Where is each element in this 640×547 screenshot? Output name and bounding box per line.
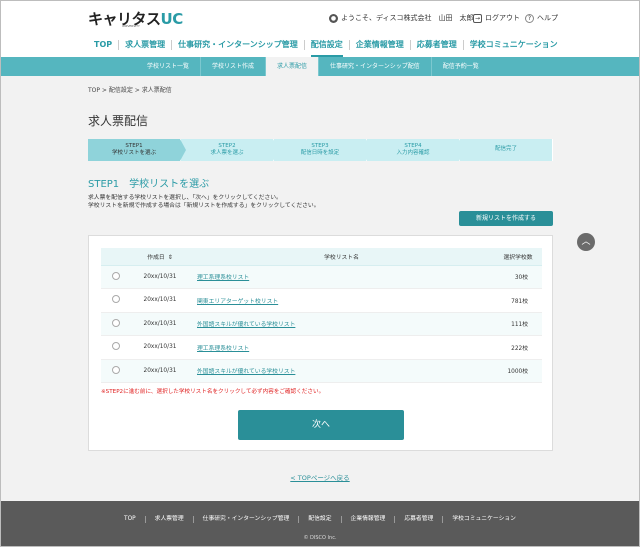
- step-complete: 配信完了: [460, 139, 553, 161]
- greeting-text: ようこそ、ディスコ株式会社 山田 太郎様: [341, 14, 481, 22]
- step-indicator: STEP1 学校リストを選ぶ STEP2 求人票を選ぶ STEP3 配信日時を設定 S…: [88, 139, 553, 161]
- footer-job-posting[interactable]: 求人票管理: [144, 516, 193, 523]
- step-4-sub: 入力内容確認: [396, 150, 430, 156]
- subnav-school-list[interactable]: 学校リスト一覧: [136, 57, 200, 76]
- footer-delivery-settings[interactable]: 配信設定: [298, 516, 340, 523]
- row-date: 20xx/10/31: [131, 312, 189, 336]
- row-list-link[interactable]: 外国語スキルが優れている学校リスト: [197, 369, 295, 375]
- step-4-label: STEP4: [404, 143, 422, 149]
- subnav-internship-delivery[interactable]: 仕事研究・インターンシップ配信: [318, 57, 431, 76]
- gnav-company-info[interactable]: 企業情報管理: [348, 40, 410, 50]
- footer-applicants[interactable]: 応募者管理: [394, 516, 442, 523]
- col-date-label: 作成日: [147, 254, 165, 261]
- table-row: 20xx/10/31 理工系理系校リスト 222校: [101, 335, 542, 360]
- row-list-link[interactable]: 関東エリアターゲット校リスト: [197, 299, 278, 305]
- logo-subtext: UNIVERSITY: [122, 24, 140, 28]
- row-radio[interactable]: [112, 271, 120, 280]
- new-list-button[interactable]: 新規リストを作成する: [459, 211, 553, 226]
- logout-label: ログアウト: [485, 14, 520, 22]
- col-list-name: 学校リスト名: [189, 248, 494, 266]
- step-4: STEP4 入力内容確認: [367, 139, 465, 161]
- row-count: 30校: [494, 265, 542, 289]
- footer-internship[interactable]: 仕事研究・インターンシップ管理: [192, 516, 299, 523]
- description: 求人票を配信する学校リストを選択し、「次へ」をクリックしてください。 学校リスト…: [88, 194, 320, 210]
- step-2-label: STEP2: [218, 143, 236, 149]
- row-list-link[interactable]: 理工系理系校リスト: [197, 275, 249, 281]
- row-date: 20xx/10/31: [131, 359, 189, 383]
- breadcrumb: TOP > 配信設定 > 求人票配信: [88, 87, 172, 94]
- page-title: 求人票配信: [88, 114, 149, 128]
- row-date: 20xx/10/31: [131, 335, 189, 360]
- gnav-top[interactable]: TOP: [88, 40, 118, 50]
- description-line-2: 学校リストを新規で作成する場合は「新規リストを作成する」をクリックしてください。: [88, 203, 320, 209]
- help-label: ヘルプ: [537, 14, 558, 22]
- step-3: STEP3 配信日時を設定: [274, 139, 372, 161]
- step-3-label: STEP3: [311, 143, 329, 149]
- school-list-panel: 作成日 ⇕ 学校リスト名 選択学校数 20xx/10/31 理工系理系校リスト 3…: [88, 235, 553, 451]
- logo-uc: UC: [160, 10, 184, 28]
- row-radio[interactable]: [112, 295, 120, 304]
- col-count: 選択学校数: [494, 248, 542, 266]
- row-count: 781校: [494, 288, 542, 313]
- school-list-table: 作成日 ⇕ 学校リスト名 選択学校数 20xx/10/31 理工系理系校リスト 3…: [101, 248, 542, 383]
- row-list-link[interactable]: 理工系理系校リスト: [197, 346, 249, 352]
- step-3-sub: 配信日時を設定: [300, 150, 340, 156]
- row-count: 111校: [494, 312, 542, 336]
- scroll-top-button[interactable]: ︿: [577, 233, 595, 251]
- gnav-internship[interactable]: 仕事研究・インターンシップ管理: [171, 40, 304, 50]
- next-button[interactable]: 次へ: [238, 410, 404, 440]
- step-1-sub: 学校リストを選ぶ: [111, 150, 156, 156]
- step-complete-label: 配信完了: [494, 146, 517, 152]
- step-2-sub: 求人票を選ぶ: [210, 150, 244, 156]
- help-icon: ?: [525, 13, 534, 23]
- subnav-create-list[interactable]: 学校リスト作成: [200, 57, 265, 76]
- section-title: STEP1 学校リストを選ぶ: [88, 179, 210, 190]
- step-1: STEP1 学校リストを選ぶ: [88, 139, 186, 161]
- step-2: STEP2 求人票を選ぶ: [181, 139, 279, 161]
- table-row: 20xx/10/31 外国語スキルが優れている学校リスト 111校: [101, 312, 542, 336]
- global-nav: TOP 求人票管理 仕事研究・インターンシップ管理 配信設定 企業情報管理 応募…: [88, 34, 564, 57]
- row-radio[interactable]: [112, 365, 120, 374]
- table-row: 20xx/10/31 外国語スキルが優れている学校リスト 1000校: [101, 359, 542, 383]
- subnav-scheduled[interactable]: 配信予約一覧: [430, 57, 490, 76]
- footer-company-info[interactable]: 企業情報管理: [340, 516, 395, 523]
- row-radio[interactable]: [112, 318, 120, 327]
- chevron-up-icon: ︿: [581, 237, 591, 247]
- user-greeting: ● ようこそ、ディスコ株式会社 山田 太郎様: [329, 13, 481, 23]
- gnav-school-communication[interactable]: 学校コミュニケーション: [462, 40, 564, 50]
- logout-icon: →: [473, 13, 482, 23]
- step-1-label: STEP1: [125, 143, 143, 149]
- help-link[interactable]: ? ヘルプ: [525, 13, 558, 23]
- col-date[interactable]: 作成日 ⇕: [131, 248, 189, 266]
- row-radio[interactable]: [112, 342, 120, 351]
- back-to-top-link[interactable]: < TOPページへ戻る: [1, 472, 639, 482]
- header: キャリタスUC UNIVERSITY ● ようこそ、ディスコ株式会社 山田 太郎様…: [1, 1, 639, 57]
- warning-note: ※STEP2に進む前に、選択した学校リスト名をクリックして必ず内容をご確認くださ…: [101, 389, 325, 395]
- copyright: © DISCO Inc.: [303, 535, 337, 541]
- sort-icon[interactable]: ⇕: [168, 254, 173, 261]
- gnav-applicants[interactable]: 応募者管理: [409, 40, 463, 50]
- row-date: 20xx/10/31: [131, 265, 189, 289]
- footer-top[interactable]: TOP: [115, 516, 145, 523]
- gnav-job-posting[interactable]: 求人票管理: [118, 40, 171, 50]
- sub-nav: 学校リスト一覧 学校リスト作成 求人票配信 仕事研究・インターンシップ配信 配信…: [1, 57, 639, 76]
- logout-link[interactable]: → ログアウト: [473, 13, 520, 23]
- gnav-delivery-settings[interactable]: 配信設定: [303, 40, 349, 57]
- row-count: 1000校: [494, 359, 542, 383]
- description-line-1: 求人票を配信する学校リストを選択し、「次へ」をクリックしてください。: [88, 195, 282, 201]
- footer: TOP 求人票管理 仕事研究・インターンシップ管理 配信設定 企業情報管理 応募…: [1, 501, 639, 546]
- subnav-job-delivery[interactable]: 求人票配信: [265, 57, 319, 76]
- row-list-link[interactable]: 外国語スキルが優れている学校リスト: [197, 322, 295, 328]
- footer-nav: TOP 求人票管理 仕事研究・インターンシップ管理 配信設定 企業情報管理 応募…: [1, 516, 639, 523]
- table-header: 作成日 ⇕ 学校リスト名 選択学校数: [101, 248, 542, 266]
- row-count: 222校: [494, 335, 542, 360]
- table-row: 20xx/10/31 関東エリアターゲット校リスト 781校: [101, 288, 542, 313]
- table-row: 20xx/10/31 理工系理系校リスト 30校: [101, 265, 542, 289]
- user-icon: ●: [329, 13, 338, 23]
- page-frame: キャリタスUC UNIVERSITY ● ようこそ、ディスコ株式会社 山田 太郎様…: [0, 0, 640, 547]
- footer-school-communication[interactable]: 学校コミュニケーション: [442, 516, 525, 523]
- row-date: 20xx/10/31: [131, 288, 189, 313]
